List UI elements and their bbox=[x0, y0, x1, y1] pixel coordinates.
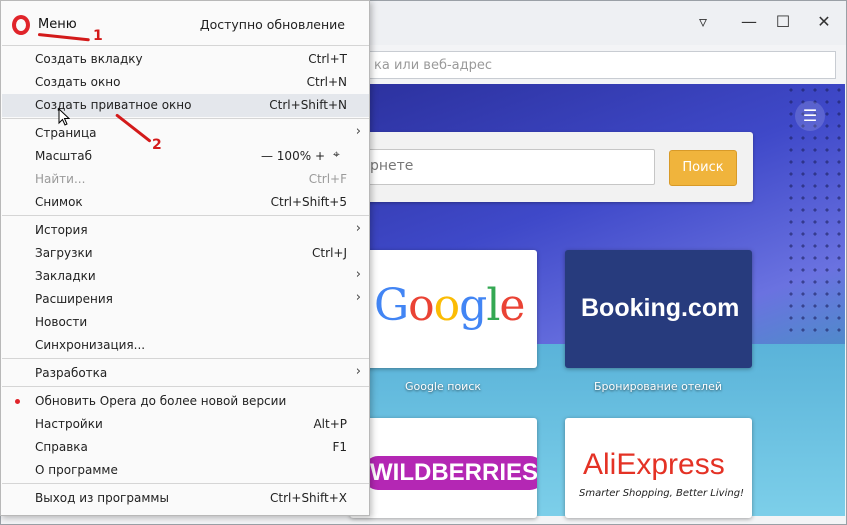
zoom-value: 100% bbox=[276, 149, 312, 163]
tile-caption-booking: Бронирование отелей bbox=[594, 380, 722, 393]
maximize-icon[interactable]: ☐ bbox=[773, 12, 793, 32]
chevron-right-icon: › bbox=[355, 290, 361, 305]
menu-item-label: Новости bbox=[35, 315, 88, 329]
menu-item-extensions[interactable]: Расширения › bbox=[2, 288, 369, 311]
fullscreen-icon[interactable]: ⌖ bbox=[333, 148, 345, 160]
update-dot-icon bbox=[15, 399, 20, 404]
minimize-icon[interactable]: — bbox=[739, 12, 759, 32]
menu-item-label: Снимок bbox=[35, 195, 83, 209]
opera-logo-icon[interactable] bbox=[12, 15, 30, 35]
menu-item-label: Справка bbox=[35, 440, 88, 454]
menu-item-label: Выход из программы bbox=[35, 491, 169, 505]
menu-item-history[interactable]: История › bbox=[2, 219, 369, 242]
update-available-label[interactable]: Доступно обновление bbox=[200, 17, 345, 32]
annotation-number-1: 1 bbox=[93, 28, 103, 44]
address-placeholder: ка или веб-адрес bbox=[374, 58, 493, 73]
menu-item-shortcut: Alt+P bbox=[313, 417, 347, 431]
tile-caption-google: Google поиск bbox=[404, 380, 482, 393]
menu-item-find[interactable]: Найти... Ctrl+F bbox=[2, 168, 369, 191]
aliexpress-logo: AliExpress bbox=[583, 448, 725, 481]
menu-item-exit[interactable]: Выход из программы Ctrl+Shift+X bbox=[2, 487, 369, 510]
chevron-right-icon: › bbox=[355, 221, 361, 236]
opera-main-menu: Меню Доступно обновление Создать вкладку… bbox=[0, 0, 370, 516]
chevron-right-icon: › bbox=[355, 124, 361, 139]
booking-logo: Booking.com bbox=[581, 294, 740, 322]
menu-item-zoom: Масштаб — 100% + ⌖ bbox=[2, 145, 369, 168]
divider bbox=[2, 215, 369, 216]
google-logo: Google bbox=[374, 280, 525, 331]
chevron-right-icon: › bbox=[355, 267, 361, 282]
menu-item-downloads[interactable]: Загрузки Ctrl+J bbox=[2, 242, 369, 265]
speed-dial-tile-google[interactable]: Google bbox=[350, 250, 537, 368]
menu-item-label: Создать окно bbox=[35, 75, 121, 89]
menu-item-label: История bbox=[35, 223, 88, 237]
divider bbox=[2, 483, 369, 484]
zoom-in-button[interactable]: + bbox=[315, 149, 325, 163]
divider bbox=[2, 45, 369, 46]
address-bar[interactable]: ка или веб-адрес bbox=[301, 51, 836, 79]
speed-dial-tile-wildberries[interactable]: WILDBERRIES bbox=[350, 418, 537, 518]
menu-item-help[interactable]: Справка F1 bbox=[2, 436, 369, 459]
divider bbox=[2, 358, 369, 359]
aliexpress-tagline: Smarter Shopping, Better Living! bbox=[579, 488, 745, 499]
menu-item-snapshot[interactable]: Снимок Ctrl+Shift+5 bbox=[2, 191, 369, 214]
wildberries-logo: WILDBERRIES bbox=[364, 456, 537, 490]
menu-item-settings[interactable]: Настройки Alt+P bbox=[2, 413, 369, 436]
menu-item-label: Разработка bbox=[35, 366, 108, 380]
mouse-cursor-icon bbox=[58, 108, 70, 126]
menu-item-shortcut: Ctrl+Shift+N bbox=[269, 98, 347, 112]
annotation-number-2: 2 bbox=[152, 137, 162, 153]
menu-item-shortcut: Ctrl+Shift+X bbox=[270, 491, 347, 505]
menu-item-shortcut: Ctrl+Shift+5 bbox=[270, 195, 347, 209]
menu-item-label: Синхронизация... bbox=[35, 338, 146, 352]
menu-item-label: Закладки bbox=[35, 269, 96, 283]
menu-item-news[interactable]: Новости bbox=[2, 311, 369, 334]
easy-setup-icon[interactable]: ▿ bbox=[693, 12, 713, 32]
menu-item-label: Создать вкладку bbox=[35, 52, 143, 66]
speed-dial-tile-booking[interactable]: Booking.com bbox=[565, 250, 752, 368]
menu-item-shortcut: Ctrl+N bbox=[306, 75, 347, 89]
chevron-right-icon: › bbox=[355, 364, 361, 379]
menu-item-update-opera[interactable]: Обновить Opera до более новой версии bbox=[2, 390, 369, 413]
speed-dial-settings-icon[interactable]: ☰ bbox=[795, 101, 825, 131]
menu-item-label: Загрузки bbox=[35, 246, 93, 260]
speed-dial-tile-aliexpress[interactable]: AliExpress Smarter Shopping, Better Livi… bbox=[565, 418, 752, 518]
menu-item-label: Масштаб bbox=[35, 149, 93, 163]
menu-title[interactable]: Меню bbox=[38, 17, 77, 32]
divider bbox=[2, 386, 369, 387]
menu-item-shortcut: F1 bbox=[332, 440, 347, 454]
menu-item-label: Найти... bbox=[35, 172, 86, 186]
search-button[interactable]: Поиск bbox=[669, 150, 737, 186]
menu-item-about[interactable]: О программе bbox=[2, 459, 369, 482]
menu-header[interactable]: Меню Доступно обновление bbox=[1, 1, 369, 45]
menu-item-label: Расширения bbox=[35, 292, 113, 306]
search-input[interactable]: рнете bbox=[355, 149, 655, 185]
menu-item-developer[interactable]: Разработка › bbox=[2, 362, 369, 385]
menu-item-label: Страница bbox=[35, 126, 97, 140]
zoom-out-button[interactable]: — bbox=[261, 149, 273, 163]
menu-item-shortcut: Ctrl+J bbox=[312, 246, 347, 260]
menu-item-shortcut: Ctrl+F bbox=[308, 172, 347, 186]
close-icon[interactable]: ✕ bbox=[814, 12, 834, 32]
menu-item-shortcut: Ctrl+T bbox=[308, 52, 347, 66]
menu-item-label: О программе bbox=[35, 463, 118, 477]
menu-item-new-window[interactable]: Создать окно Ctrl+N bbox=[2, 71, 369, 94]
menu-item-label: Настройки bbox=[35, 417, 103, 431]
menu-item-new-tab[interactable]: Создать вкладку Ctrl+T bbox=[2, 48, 369, 71]
menu-item-sync[interactable]: Синхронизация... bbox=[2, 334, 369, 357]
menu-item-bookmarks[interactable]: Закладки › bbox=[2, 265, 369, 288]
zoom-controls: — 100% + bbox=[261, 149, 325, 163]
menu-item-label: Обновить Opera до более новой версии bbox=[35, 394, 287, 408]
